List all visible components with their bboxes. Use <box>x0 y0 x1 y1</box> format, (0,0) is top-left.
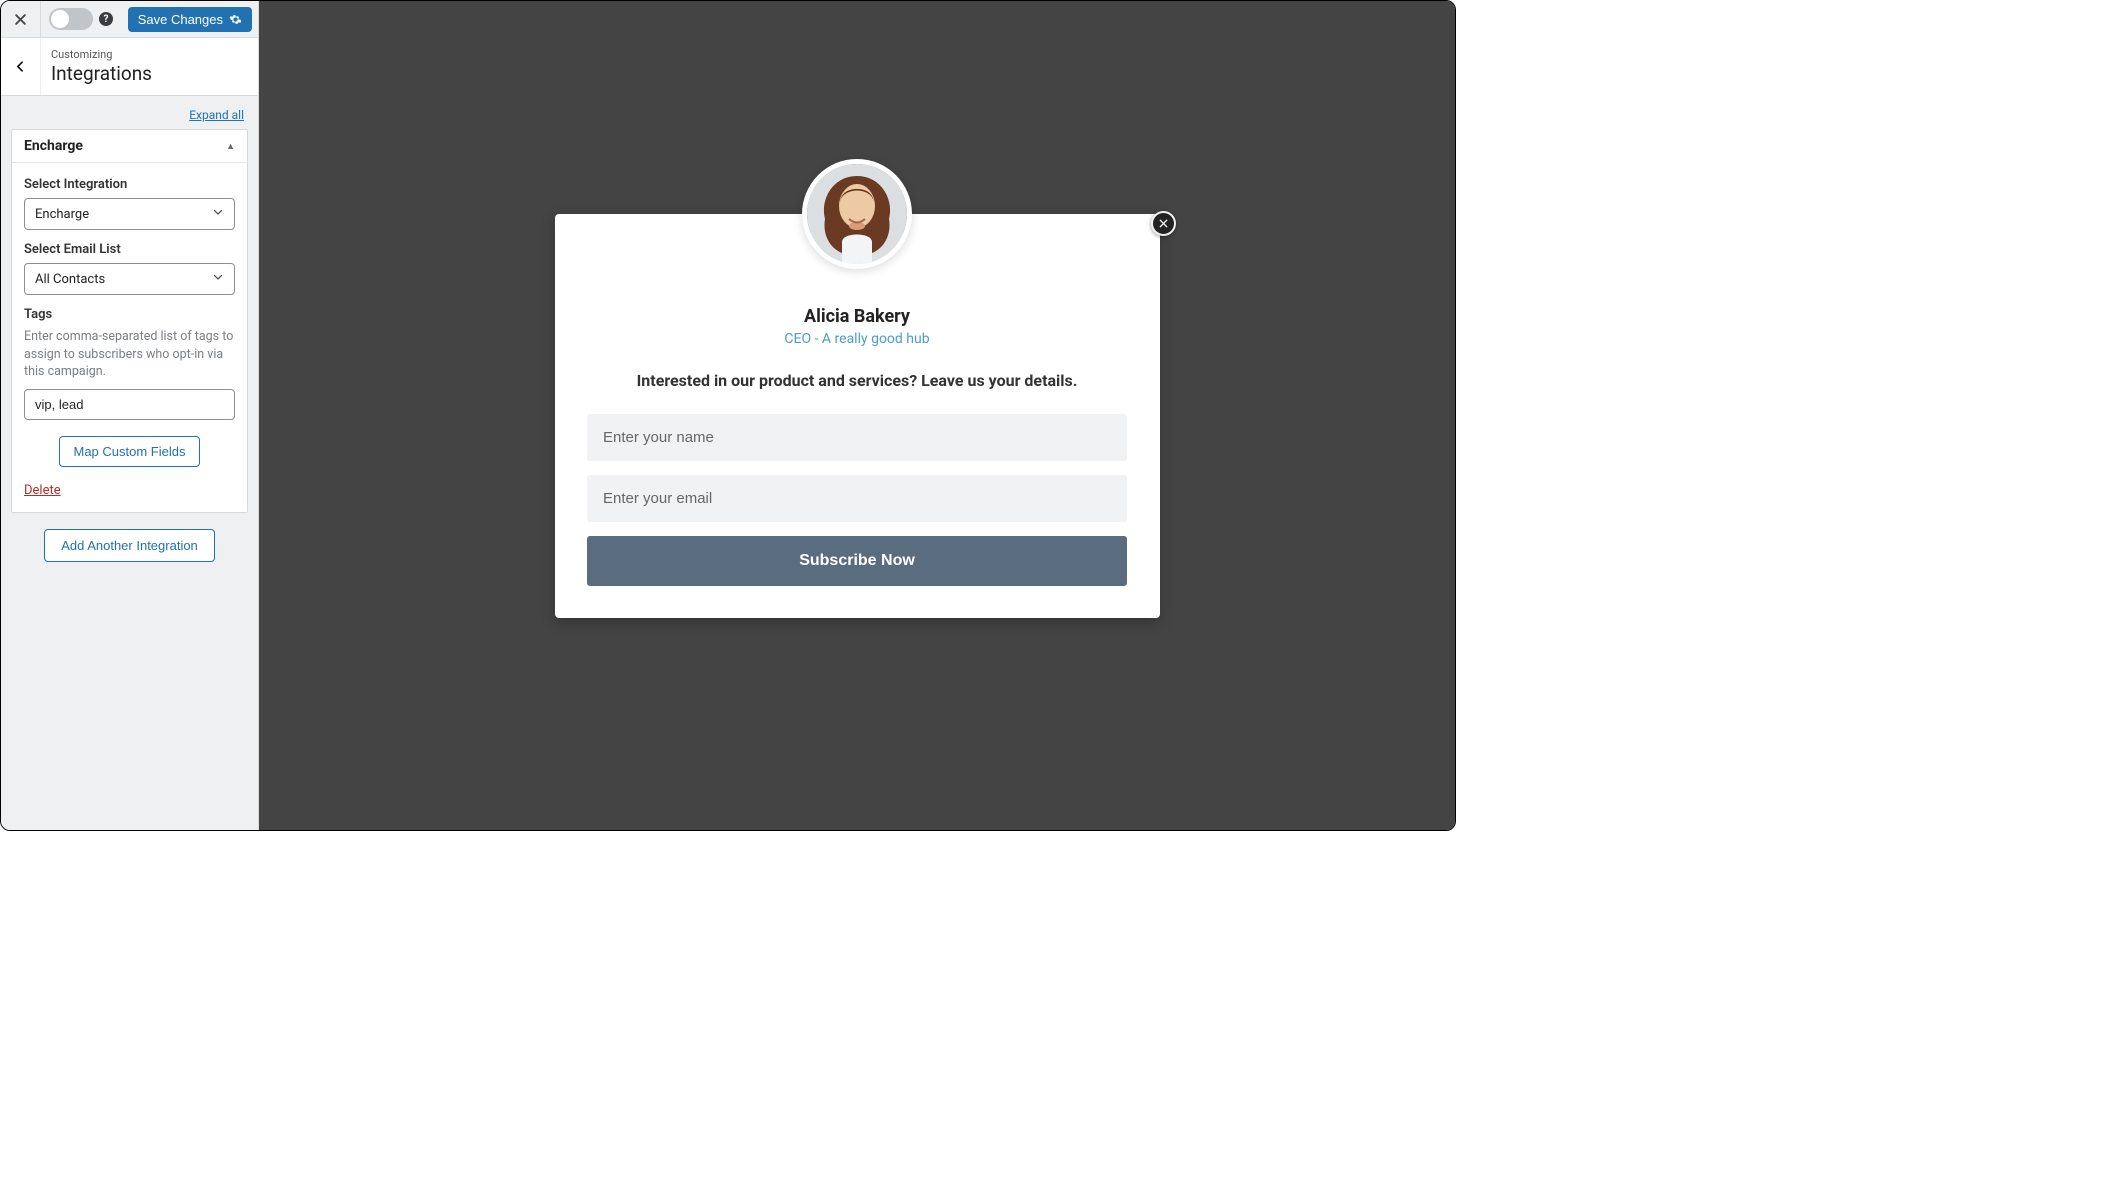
save-changes-label: Save Changes <box>138 12 223 27</box>
integration-panel-body: Select Integration Encharge Select Email… <box>12 163 247 512</box>
popup-submit-button[interactable]: Subscribe Now <box>587 536 1127 586</box>
tags-input[interactable] <box>24 389 235 420</box>
chevron-left-icon <box>14 60 27 73</box>
select-integration-label: Select Integration <box>24 177 235 192</box>
section-header-eyebrow: Customizing <box>51 48 152 61</box>
save-changes-button[interactable]: Save Changes <box>128 7 252 32</box>
section-header: Customizing Integrations <box>1 38 258 96</box>
popup-close-button[interactable] <box>1151 211 1176 236</box>
gear-icon <box>229 13 242 26</box>
expand-all-link[interactable]: Expand all <box>189 108 244 122</box>
popup-person-subtitle: CEO - A really good hub <box>585 331 1130 347</box>
map-custom-fields-button[interactable]: Map Custom Fields <box>59 436 201 467</box>
popup-headline: Interested in our product and services? … <box>585 371 1130 390</box>
back-button[interactable] <box>1 38 41 95</box>
collapse-icon: ▲ <box>226 141 235 152</box>
select-email-list-value: All Contacts <box>35 272 105 287</box>
tags-helper-text: Enter comma-separated list of tags to as… <box>24 328 235 381</box>
delete-integration-link[interactable]: Delete <box>24 483 61 498</box>
popup-email-input[interactable] <box>587 475 1127 522</box>
topbar: ? Save Changes <box>1 1 258 38</box>
close-customizer-button[interactable] <box>1 1 41 38</box>
avatar <box>807 164 907 264</box>
popup-name-input[interactable] <box>587 414 1127 461</box>
select-email-list-label: Select Email List <box>24 242 235 257</box>
customizer-sidebar: ? Save Changes Customizing Integrations … <box>1 1 259 830</box>
optin-popup: Alicia Bakery CEO - A really good hub In… <box>555 214 1160 618</box>
avatar-container <box>802 159 912 269</box>
tags-label: Tags <box>24 307 235 322</box>
add-another-integration-button[interactable]: Add Another Integration <box>44 529 215 562</box>
section-header-title: Integrations <box>51 62 152 85</box>
chevron-down-icon <box>212 271 224 283</box>
integration-panel-header[interactable]: Encharge ▲ <box>12 130 247 163</box>
toggle-knob <box>51 10 69 28</box>
close-icon <box>13 12 28 27</box>
popup-person-name: Alicia Bakery <box>585 306 1130 327</box>
integration-panel-encharge: Encharge ▲ Select Integration Encharge S… <box>11 129 248 513</box>
select-integration-dropdown[interactable]: Encharge <box>24 198 235 230</box>
help-icon[interactable]: ? <box>99 12 113 26</box>
chevron-down-icon <box>212 206 224 218</box>
select-integration-value: Encharge <box>35 207 89 222</box>
select-email-list-dropdown[interactable]: All Contacts <box>24 263 235 295</box>
campaign-preview-area: Alicia Bakery CEO - A really good hub In… <box>259 1 1455 830</box>
close-icon <box>1158 218 1169 229</box>
campaign-enable-toggle[interactable] <box>49 8 93 30</box>
integration-panel-title: Encharge <box>24 138 83 154</box>
